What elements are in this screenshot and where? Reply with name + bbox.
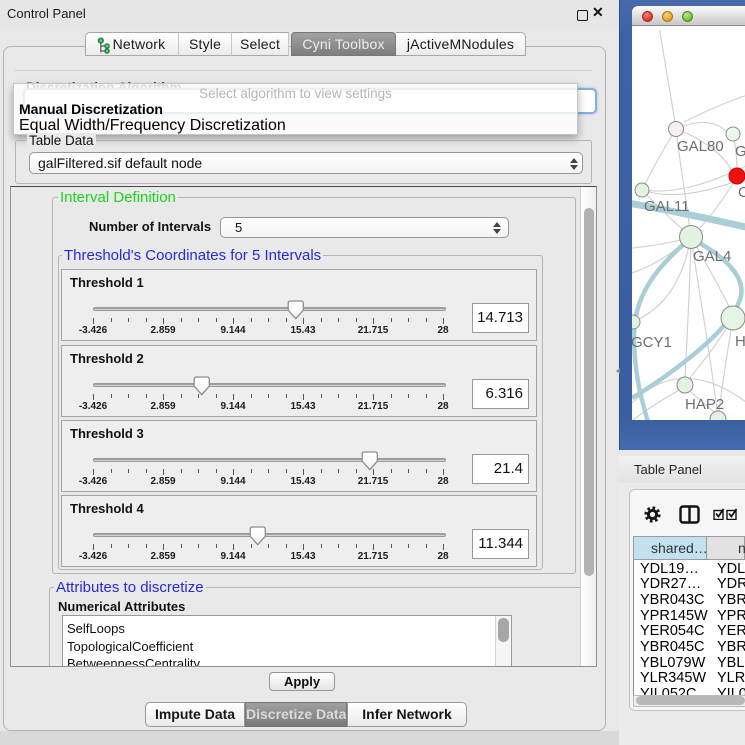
svg-text:HAP2: HAP2 xyxy=(685,396,724,413)
svg-text:C: C xyxy=(738,184,745,201)
svg-text:GCY1: GCY1 xyxy=(632,334,672,351)
svg-text:G.: G. xyxy=(735,143,745,160)
svg-text:H: H xyxy=(735,333,745,350)
svg-text:GAL4: GAL4 xyxy=(693,248,731,265)
svg-text:GAL11: GAL11 xyxy=(644,198,690,215)
svg-text:GAL80: GAL80 xyxy=(677,138,724,155)
